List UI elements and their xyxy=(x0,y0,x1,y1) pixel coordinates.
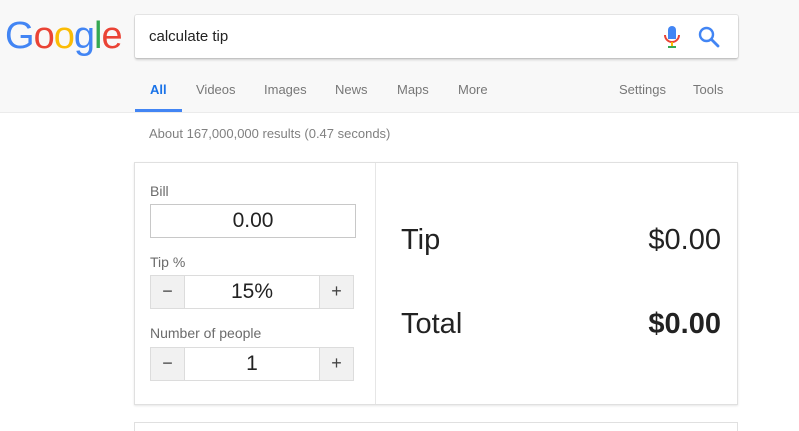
tip-percent-label: Tip % xyxy=(150,254,186,270)
search-input[interactable] xyxy=(149,15,629,58)
header: Google All Videos Images News Maps More … xyxy=(0,0,799,113)
mic-icon[interactable] xyxy=(662,25,682,49)
people-increase-button[interactable]: + xyxy=(319,348,353,380)
tab-images[interactable]: Images xyxy=(264,82,307,97)
tip-calculator-card: Bill Tip % − 15% + Number of people − 1 … xyxy=(134,162,738,405)
tab-news[interactable]: News xyxy=(335,82,368,97)
tip-percent-value[interactable]: 15% xyxy=(185,276,319,308)
tab-all[interactable]: All xyxy=(150,82,167,97)
search-box xyxy=(135,15,738,58)
card-divider xyxy=(375,163,376,404)
tab-settings[interactable]: Settings xyxy=(619,82,666,97)
tip-decrease-button[interactable]: − xyxy=(151,276,185,308)
total-value: $0.00 xyxy=(648,308,721,340)
logo-letter: o xyxy=(33,15,55,57)
people-value[interactable]: 1 xyxy=(185,348,319,380)
people-stepper: − 1 + xyxy=(150,347,354,381)
search-icon[interactable] xyxy=(696,24,722,50)
tab-tools[interactable]: Tools xyxy=(693,82,723,97)
tip-percent-stepper: − 15% + xyxy=(150,275,354,309)
bill-input[interactable] xyxy=(150,204,356,238)
people-decrease-button[interactable]: − xyxy=(151,348,185,380)
logo-letter: g xyxy=(73,15,95,57)
tab-maps[interactable]: Maps xyxy=(397,82,429,97)
bill-label: Bill xyxy=(150,183,169,199)
total-label: Total xyxy=(401,308,463,340)
tip-increase-button[interactable]: + xyxy=(319,276,353,308)
logo-letter: e xyxy=(101,15,122,57)
logo-letter: o xyxy=(53,15,75,57)
people-label: Number of people xyxy=(150,325,262,341)
tip-result-value: $0.00 xyxy=(648,224,721,256)
google-logo[interactable]: Google xyxy=(5,14,123,58)
tab-videos[interactable]: Videos xyxy=(196,82,236,97)
next-result-card xyxy=(134,422,738,431)
search-tabs: All Videos Images News Maps More Setting… xyxy=(0,73,799,113)
active-tab-indicator xyxy=(135,109,182,112)
tip-result-label: Tip xyxy=(401,224,441,256)
logo-letter: l xyxy=(93,15,103,57)
tab-more[interactable]: More xyxy=(458,82,488,97)
logo-letter: G xyxy=(5,15,35,57)
result-stats: About 167,000,000 results (0.47 seconds) xyxy=(149,126,391,141)
